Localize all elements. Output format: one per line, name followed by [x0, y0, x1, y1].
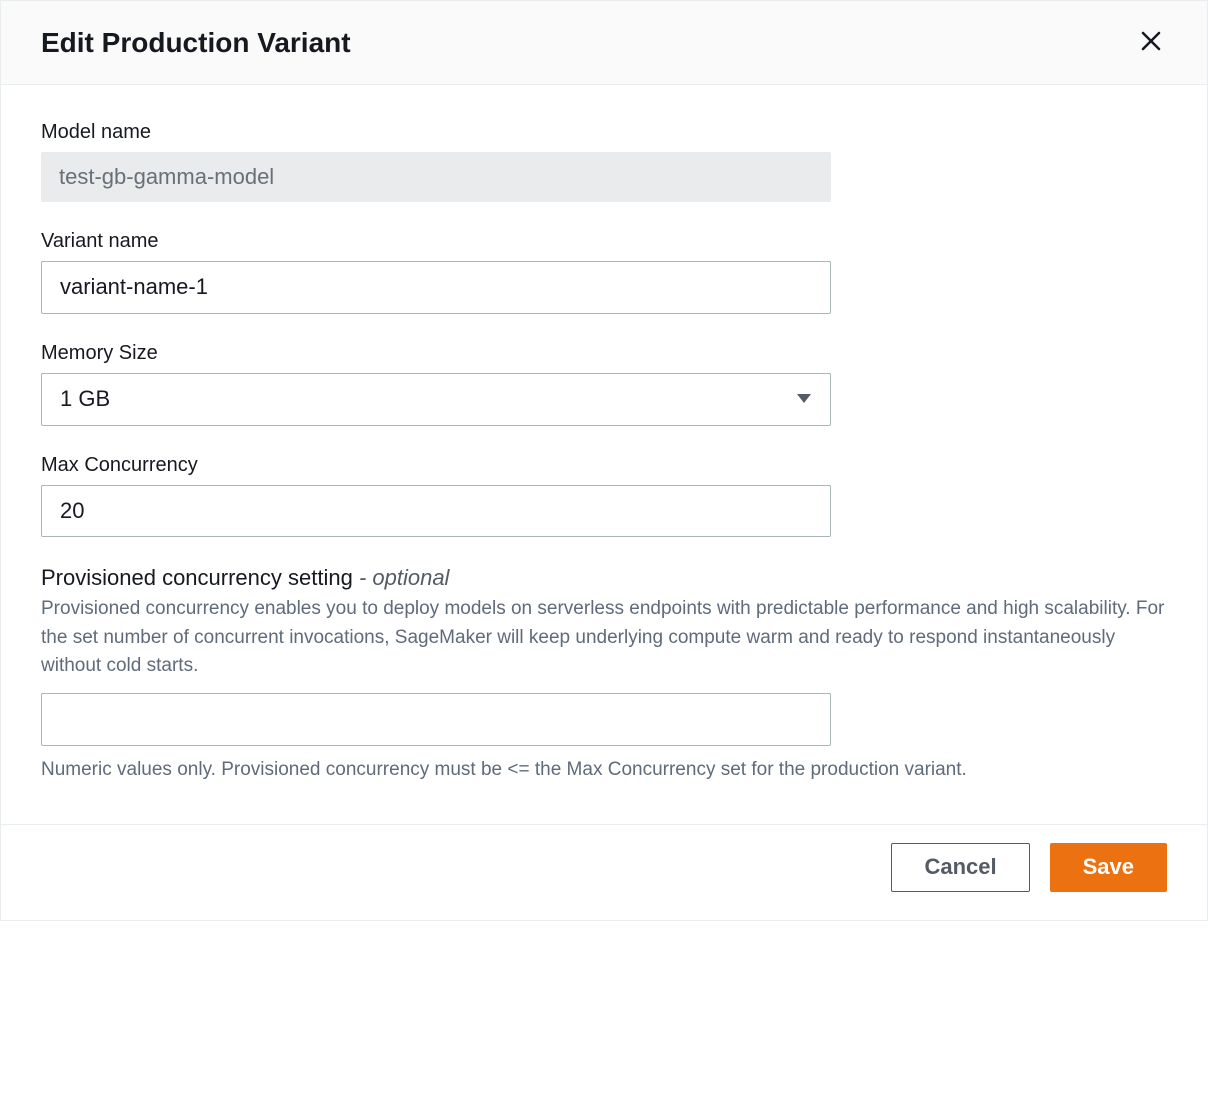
max-concurrency-input[interactable]	[41, 485, 831, 538]
provisioned-concurrency-label: Provisioned concurrency setting	[41, 565, 353, 590]
provisioned-concurrency-heading: Provisioned concurrency setting - option…	[41, 565, 1167, 591]
model-name-group: Model name test-gb-gamma-model	[41, 121, 1167, 202]
modal-body: Model name test-gb-gamma-model Variant n…	[1, 85, 1207, 824]
model-name-field: test-gb-gamma-model	[41, 152, 831, 202]
modal-header: Edit Production Variant	[1, 1, 1207, 85]
variant-name-label: Variant name	[41, 230, 1167, 253]
close-button[interactable]	[1135, 25, 1167, 60]
memory-size-label: Memory Size	[41, 342, 1167, 365]
close-icon	[1139, 29, 1163, 56]
memory-size-select[interactable]: 1 GB	[41, 373, 831, 426]
memory-size-group: Memory Size 1 GB	[41, 342, 1167, 426]
memory-size-select-wrapper: 1 GB	[41, 373, 831, 426]
variant-name-input[interactable]	[41, 261, 831, 314]
max-concurrency-label: Max Concurrency	[41, 454, 1167, 477]
modal-footer: Cancel Save	[1, 824, 1207, 919]
provisioned-concurrency-description: Provisioned concurrency enables you to d…	[41, 595, 1167, 681]
edit-production-variant-modal: Edit Production Variant Model name test-…	[0, 0, 1208, 921]
modal-title: Edit Production Variant	[41, 27, 351, 59]
max-concurrency-group: Max Concurrency	[41, 454, 1167, 538]
cancel-button[interactable]: Cancel	[891, 843, 1029, 891]
provisioned-concurrency-optional: - optional	[353, 565, 450, 590]
provisioned-concurrency-group: Provisioned concurrency setting - option…	[41, 565, 1167, 784]
provisioned-concurrency-hint: Numeric values only. Provisioned concurr…	[41, 756, 1167, 785]
variant-name-group: Variant name	[41, 230, 1167, 314]
save-button[interactable]: Save	[1050, 843, 1167, 891]
provisioned-concurrency-input[interactable]	[41, 693, 831, 746]
model-name-label: Model name	[41, 121, 1167, 144]
